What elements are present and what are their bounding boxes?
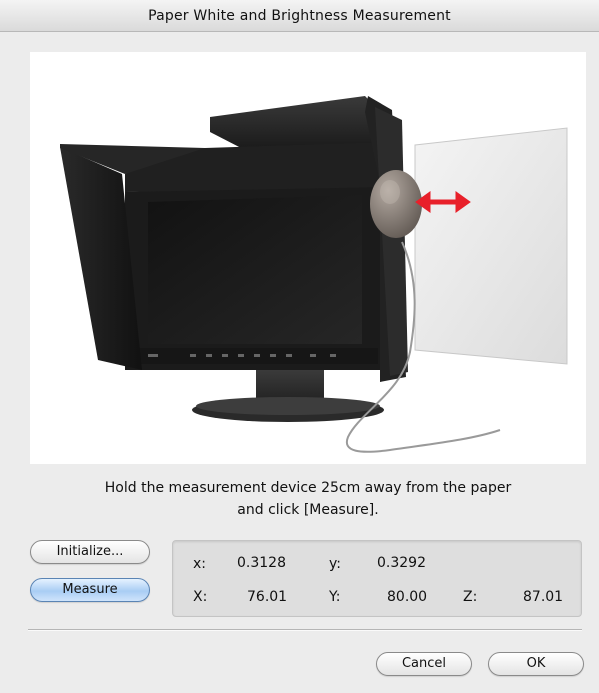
- instruction-line-1: Hold the measurement device 25cm away fr…: [104, 480, 512, 496]
- measure-button[interactable]: Measure: [30, 578, 150, 602]
- instruction-text: Hold the measurement device 25cm away fr…: [30, 477, 586, 521]
- x-label: x:: [193, 556, 207, 572]
- Z-label: Z:: [463, 589, 478, 605]
- y-value: 0.3292: [377, 555, 426, 571]
- y-label: y:: [329, 556, 341, 572]
- x-value: 0.3128: [237, 555, 286, 571]
- monitor-illustration: [30, 52, 586, 464]
- initialize-button[interactable]: Initialize...: [30, 540, 150, 564]
- window-title: Paper White and Brightness Measurement: [0, 0, 599, 32]
- measurement-readout: x: 0.3128 y: 0.3292 X: 76.01 Y: 80.00 Z:…: [172, 540, 582, 617]
- Y-value: 80.00: [387, 589, 428, 605]
- monitor-with-sensor-icon: [60, 96, 568, 453]
- ok-button[interactable]: OK: [488, 652, 584, 676]
- Z-value: 87.01: [523, 589, 564, 605]
- separator-line: [28, 629, 582, 631]
- cancel-button[interactable]: Cancel: [376, 652, 472, 676]
- X-label: X:: [193, 589, 208, 605]
- X-value: 76.01: [247, 589, 288, 605]
- instruction-line-2: and click [Measure].: [237, 502, 379, 518]
- Y-label: Y:: [329, 589, 341, 605]
